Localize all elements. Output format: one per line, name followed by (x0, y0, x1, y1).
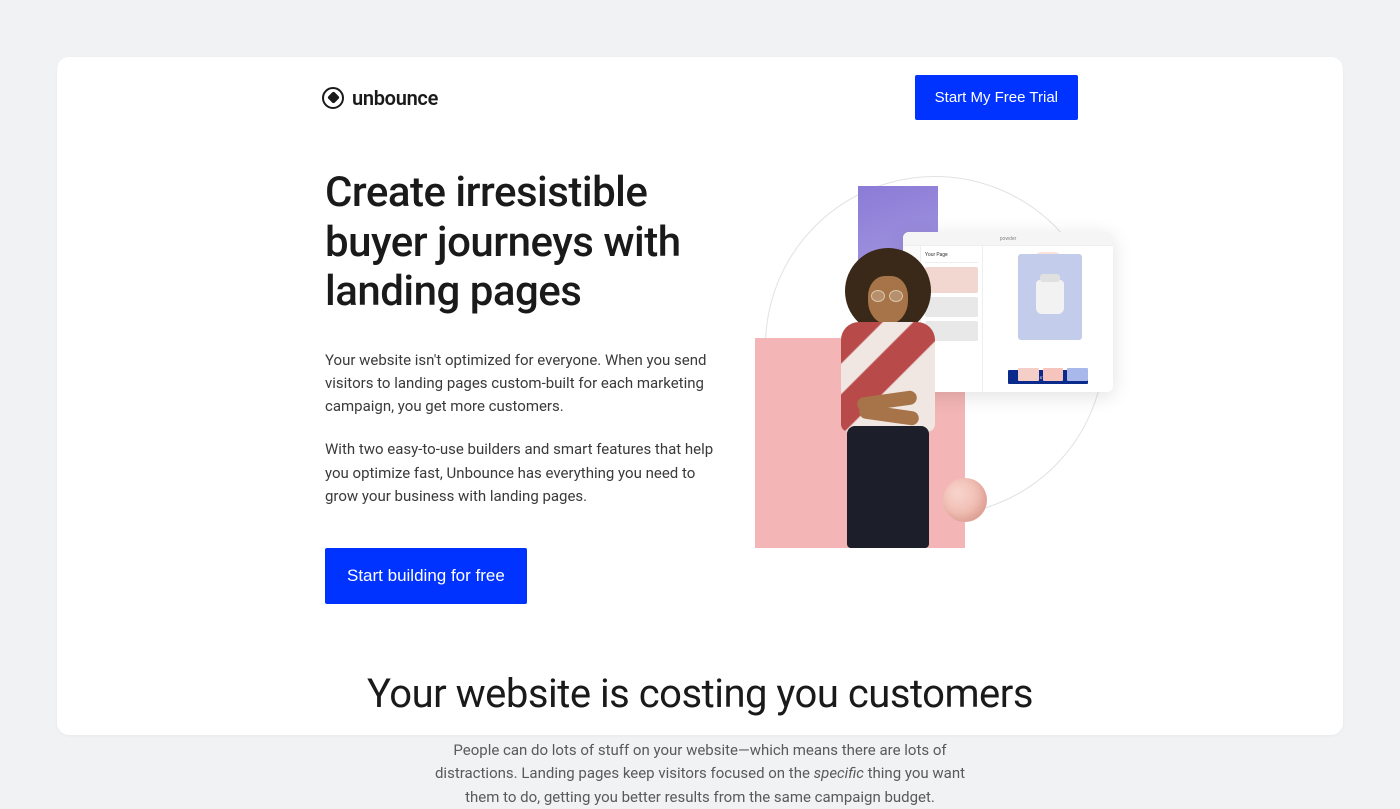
jar-icon (1036, 280, 1064, 314)
start-building-button[interactable]: Start building for free (325, 548, 527, 604)
person-illustration (823, 248, 953, 548)
person-pants (847, 426, 929, 548)
secondary-section: Your website is costing you customers Pe… (57, 604, 1343, 809)
section2-title: Your website is costing you customers (257, 670, 1143, 717)
brand-logo[interactable]: unbounce (322, 86, 438, 110)
hero-copy: Create irresistible buyer journeys with … (325, 168, 715, 604)
section2-text-italic: specific (814, 764, 864, 782)
product-card (1018, 254, 1082, 340)
hero-paragraph-2: With two easy-to-use builders and smart … (325, 438, 715, 508)
arm (858, 404, 919, 426)
section2-paragraph: People can do lots of stuff on your webs… (430, 739, 970, 809)
lens (871, 290, 885, 302)
swatch (1067, 368, 1088, 381)
hero-title: Create irresistible buyer journeys with … (325, 168, 715, 317)
lens (889, 290, 903, 302)
brand-name: unbounce (352, 86, 438, 110)
color-swatches (1018, 368, 1088, 381)
product-mock-group (1018, 254, 1088, 381)
logo-mark-icon (322, 87, 344, 109)
hero-section: Create irresistible buyer journeys with … (57, 120, 1343, 604)
page-card: unbounce Start My Free Trial Create irre… (57, 57, 1343, 735)
header: unbounce Start My Free Trial (57, 57, 1343, 120)
glasses-icon (871, 290, 905, 300)
hero-illustration: powder Your Page STARTED (745, 168, 1078, 548)
swatch (1043, 368, 1064, 381)
hero-paragraph-1: Your website isn't optimized for everyon… (325, 349, 715, 419)
swatch (1018, 368, 1039, 381)
person-arms (851, 390, 925, 426)
start-trial-button[interactable]: Start My Free Trial (915, 75, 1078, 120)
mockup-title: powder (903, 232, 1113, 246)
